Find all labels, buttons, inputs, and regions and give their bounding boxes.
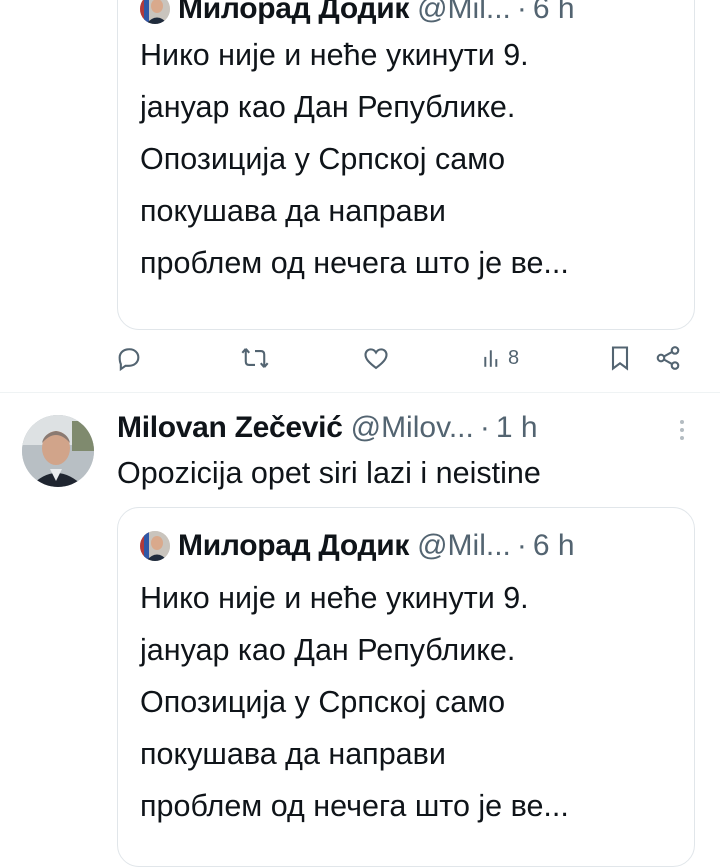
- like-button[interactable]: [362, 344, 390, 372]
- reply-button[interactable]: [115, 344, 143, 372]
- text-line: проблем од нечега што је ве...: [140, 246, 569, 280]
- views-count: 8: [508, 346, 520, 369]
- quoted-tweet-text: Нико није и неће укинути 9. јануар као Д…: [140, 29, 685, 289]
- more-options-button[interactable]: [676, 418, 688, 449]
- tweet-action-bar: 8: [0, 336, 720, 388]
- author-handle[interactable]: @Milov...: [351, 411, 474, 445]
- quoted-tweet-header: Милорад Додик @Mil... · 6 h: [140, 526, 575, 566]
- quoted-tweet-header: Милорад Додик @Mil... · 6 h: [140, 0, 575, 29]
- author-name[interactable]: Milovan Zečević: [117, 411, 343, 445]
- separator: ·: [516, 529, 527, 562]
- timestamp[interactable]: 6 h: [533, 529, 575, 563]
- text-line: Опозиција у Српској само: [140, 142, 506, 176]
- text-line: Нико није и неће укинути 9.: [140, 581, 529, 615]
- share-button[interactable]: [654, 344, 682, 372]
- avatar[interactable]: [140, 0, 170, 24]
- bookmark-icon: [611, 346, 629, 371]
- text-line: покушава да направи: [140, 194, 446, 228]
- views-icon: [484, 350, 498, 367]
- avatar[interactable]: [22, 415, 94, 487]
- tweet-text: Opozicija opet siri lazi i neistine: [117, 456, 541, 490]
- bookmark-button[interactable]: [608, 344, 632, 372]
- author-name[interactable]: Милорад Додик: [178, 529, 409, 563]
- views-button[interactable]: 8: [482, 344, 519, 372]
- author-handle[interactable]: @Mil...: [417, 529, 511, 563]
- timestamp[interactable]: 1 h: [496, 411, 538, 445]
- avatar[interactable]: [140, 531, 170, 561]
- timestamp[interactable]: 6 h: [533, 0, 575, 26]
- more-icon: [680, 420, 684, 440]
- tweet-header: Milovan Zečević @Milov... · 1 h: [117, 408, 538, 448]
- text-line: Опозиција у Српској само: [140, 685, 506, 719]
- share-icon: [656, 346, 680, 370]
- quoted-tweet-card[interactable]: Милорад Додик @Mil... · 6 h Нико није и …: [117, 0, 695, 330]
- text-line: јануар као Дан Републике.: [140, 90, 516, 124]
- text-line: Нико није и неће укинути 9.: [140, 38, 529, 72]
- divider: [0, 392, 720, 393]
- reply-icon: [118, 348, 140, 372]
- text-line: покушава да направи: [140, 737, 446, 771]
- separator: ·: [479, 411, 490, 444]
- heart-icon: [364, 348, 388, 370]
- author-name[interactable]: Милорад Додик: [178, 0, 409, 26]
- quoted-tweet-card[interactable]: Милорад Додик @Mil... · 6 h Нико није и …: [117, 507, 695, 867]
- text-line: проблем од нечега што је ве...: [140, 789, 569, 823]
- separator: ·: [516, 0, 527, 25]
- author-handle[interactable]: @Mil...: [417, 0, 511, 26]
- quoted-tweet-text: Нико није и неће укинути 9. јануар као Д…: [140, 572, 685, 832]
- text-line: јануар као Дан Републике.: [140, 633, 516, 667]
- repost-icon: [241, 348, 269, 368]
- repost-button[interactable]: [240, 344, 270, 372]
